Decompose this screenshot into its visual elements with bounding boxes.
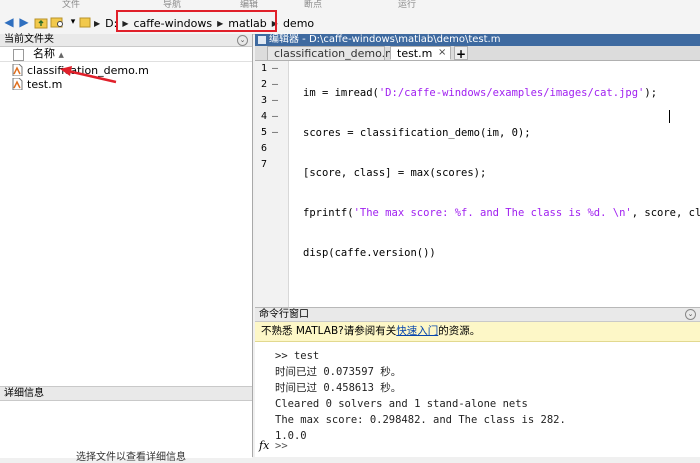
code-line: scores = classification_demo(im, 0);	[303, 127, 531, 139]
output-line: The max score: 0.298482. and The class i…	[275, 414, 566, 426]
text-cursor	[669, 110, 670, 123]
output-line: 时间已过 0.458613 秒。	[275, 382, 402, 394]
panel-menu-icon[interactable]: ⌄	[685, 309, 696, 320]
file-header-icon	[13, 49, 24, 61]
getting-started-link[interactable]: 快速入门	[396, 325, 438, 337]
file-row-test[interactable]: test.m	[12, 77, 62, 91]
folder-icon	[78, 15, 92, 29]
editor-icon	[258, 36, 266, 44]
current-folder-title: 当前文件夹	[4, 34, 54, 45]
line-number-gutter: 1— 2— 3— 4— 5— 6 7	[255, 61, 289, 308]
breadcrumb-demo[interactable]: demo	[281, 17, 316, 30]
close-tab-icon[interactable]: ×	[438, 46, 446, 60]
tab-classification-demo[interactable]: classification_demo.m	[267, 46, 396, 60]
line-number: 1—	[261, 63, 279, 74]
command-output: >> test 时间已过 0.073597 秒。 时间已过 0.458613 秒…	[275, 348, 566, 444]
code-line: fprintf('The max score: %f. and The clas…	[303, 207, 700, 219]
matlab-script-icon	[12, 63, 23, 77]
output-line: >> test	[275, 350, 320, 362]
code-line: disp(caffe.version())	[303, 247, 436, 259]
editor-panel: 编辑器 - D:\caffe-windows\matlab\demo\test.…	[255, 34, 700, 308]
annotation-arrow	[60, 66, 117, 84]
column-name-label: 名称 ▲	[33, 47, 64, 60]
function-browser-icon[interactable]: fx	[259, 439, 269, 452]
chevron-up-icon[interactable]: ︿	[4, 387, 244, 400]
ribbon-section-run[interactable]: 运行	[398, 0, 416, 11]
panel-menu-icon[interactable]: ⌄	[237, 35, 248, 46]
command-window-title: 命令行窗口	[259, 309, 309, 320]
address-toolbar: ◀ ▶ ▾ ▶ D: ▶ caffe-windows ▶ matlab ▶ de…	[0, 12, 700, 35]
ribbon-section-file[interactable]: 文件	[62, 0, 80, 11]
current-folder-header: 当前文件夹 ⌄	[0, 34, 252, 47]
command-window-header: 命令行窗口 ⌄	[255, 308, 700, 322]
command-prompt-input[interactable]: >>	[275, 440, 288, 452]
path-highlight-box	[116, 10, 277, 32]
sort-ascending-icon: ▲	[58, 51, 64, 59]
code-line: [score, class] = max(scores);	[303, 167, 487, 179]
line-number: 3—	[261, 95, 279, 106]
line-number: 6	[261, 143, 268, 154]
editor-tabs: classification_demo.m test.m × +	[255, 46, 700, 61]
line-number: 4—	[261, 111, 279, 122]
line-number: 5—	[261, 127, 279, 138]
output-line: 1.0.0	[275, 430, 307, 442]
up-folder-icon[interactable]	[34, 15, 48, 29]
editor-title-bar: 编辑器 - D:\caffe-windows\matlab\demo\test.…	[255, 34, 700, 46]
editor-title: 编辑器 - D:\caffe-windows\matlab\demo\test.…	[269, 34, 501, 45]
output-line: Cleared 0 solvers and 1 stand-alone nets	[275, 398, 528, 410]
code-line: im = imread('D:/caffe-windows/examples/i…	[303, 87, 658, 99]
back-arrow-icon[interactable]: ◀	[2, 15, 16, 29]
details-panel: 详细信息 ︿ 选择文件以查看详细信息	[0, 386, 252, 463]
chevron-right-icon: ▶	[94, 18, 101, 28]
command-window: 命令行窗口 ⌄ 不熟悉 MATLAB?请参阅有关快速入门的资源。 >> test…	[255, 308, 700, 457]
details-message: 选择文件以查看详细信息	[76, 452, 186, 463]
column-header[interactable]: 名称 ▲	[0, 47, 252, 62]
current-folder-panel: 当前文件夹 ⌄ 名称 ▲ classification_demo.m test.…	[0, 34, 253, 463]
details-header[interactable]: 详细信息 ︿	[0, 387, 252, 401]
ribbon-section-breakpoints[interactable]: 断点	[304, 0, 322, 11]
forward-arrow-icon[interactable]: ▶	[17, 15, 31, 29]
line-number: 7	[261, 159, 268, 170]
add-tab-button[interactable]: +	[454, 46, 468, 61]
output-line: 时间已过 0.073597 秒。	[275, 366, 402, 378]
matlab-script-icon	[12, 77, 23, 91]
getting-started-notice: 不熟悉 MATLAB?请参阅有关快速入门的资源。	[255, 322, 700, 342]
browse-folder-icon[interactable]	[50, 15, 64, 29]
line-number: 2—	[261, 79, 279, 90]
